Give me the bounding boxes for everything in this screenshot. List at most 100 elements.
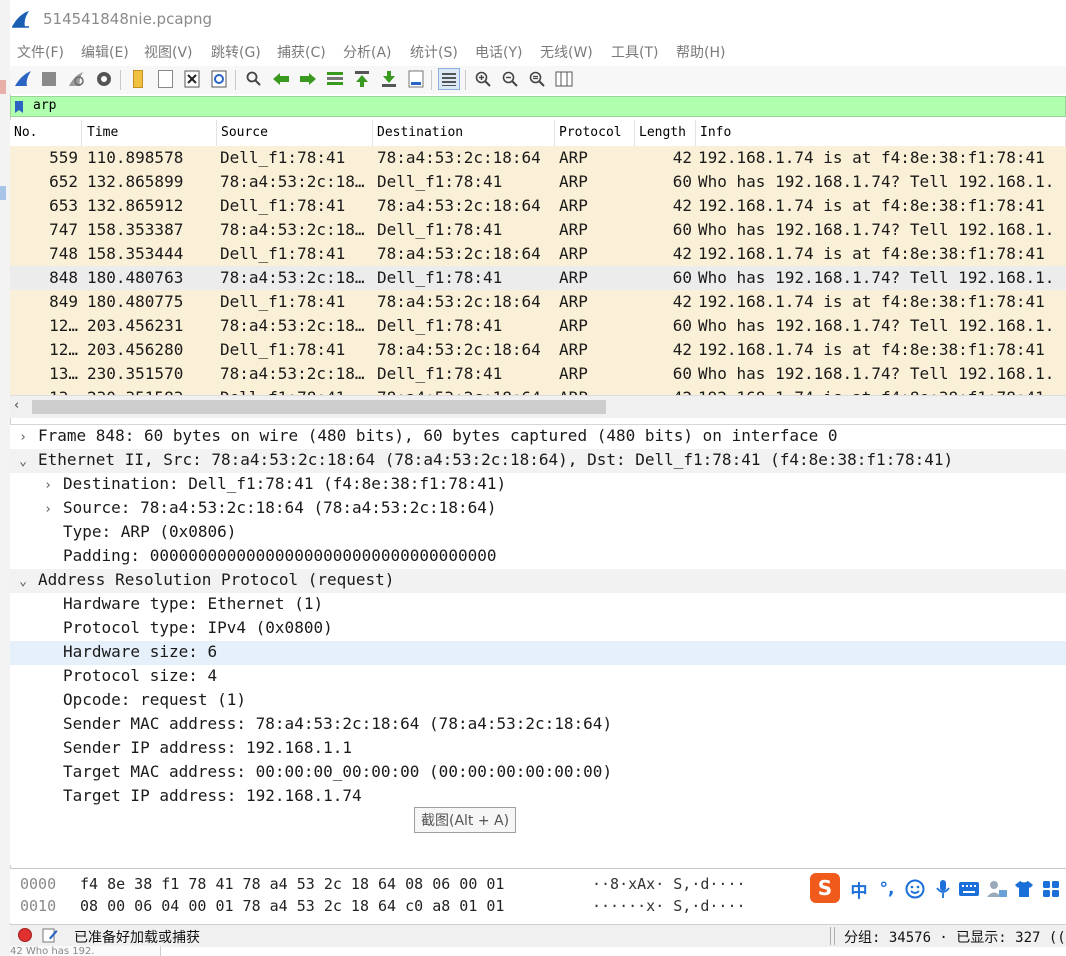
packet-list[interactable]: No. Time Source Destination Protocol Len… — [10, 120, 1066, 395]
cell-time: 158.353387 — [87, 220, 184, 239]
packet-row[interactable]: 12… 203.456280 Dell_f1:78:41 78:a4:53:2c:18… — [10, 338, 1066, 362]
detail-row[interactable]: › Source: 78:a4:53:2c:18:64 (78:a4:53:2c:… — [10, 497, 1066, 521]
cell-destination: Dell_f1:78:41 — [377, 268, 503, 287]
packet-row[interactable]: 13… 230.351583Dell_f1:78:41 78:a4:53:2c:18… — [10, 386, 1066, 395]
detail-row[interactable]: Opcode: request (1) — [10, 689, 1066, 713]
emoji-icon[interactable] — [904, 878, 926, 900]
zoom-in-icon[interactable] — [472, 68, 494, 90]
scroll-left-icon[interactable]: ‹ — [14, 398, 19, 413]
column-header-source[interactable]: Source — [217, 120, 373, 146]
expand-arrow-icon[interactable]: › — [16, 428, 30, 446]
packet-row[interactable]: 848 180.480763 78:a4:53:2c:18… Dell_f1:78:4… — [10, 266, 1066, 290]
column-header-time[interactable]: Time — [83, 120, 217, 146]
detail-row[interactable]: Protocol size: 4 — [10, 665, 1066, 689]
zoom-out-icon[interactable] — [499, 68, 521, 90]
menu-view[interactable]: 视图(V) — [144, 42, 193, 62]
detail-row[interactable]: Hardware size: 6 — [10, 641, 1066, 665]
column-header-protocol[interactable]: Protocol — [555, 120, 635, 146]
first-packet-icon[interactable] — [351, 68, 373, 90]
toolbar-separator — [235, 70, 236, 90]
menu-statistics[interactable]: 统计(S) — [410, 42, 458, 62]
ime-punctuation-toggle[interactable]: °, — [876, 878, 898, 900]
hex-ascii[interactable]: ··8·xAx· S,·d···· — [592, 875, 746, 893]
capture-status-icon[interactable] — [18, 928, 32, 942]
detail-row[interactable]: ⌄ Ethernet II, Src: 78:a4:53:2c:18:64 (78… — [10, 449, 1066, 473]
detail-row[interactable]: ⌄ Address Resolution Protocol (request) — [10, 569, 1066, 593]
zoom-normal-icon[interactable] — [526, 68, 548, 90]
menu-edit[interactable]: 编辑(E) — [81, 42, 129, 62]
shark-fin-start-icon[interactable] — [12, 68, 34, 90]
packet-list-scrollbar[interactable]: ‹ — [10, 395, 1066, 418]
menu-wireless[interactable]: 无线(W) — [540, 42, 593, 62]
mic-icon[interactable] — [932, 878, 954, 900]
user-settings-icon[interactable] — [986, 878, 1008, 900]
menu-capture[interactable]: 捕获(C) — [277, 42, 326, 62]
display-filter-input[interactable]: arp — [33, 98, 56, 113]
ime-language-toggle[interactable]: 中 — [848, 878, 870, 902]
display-filter-bar[interactable]: arp — [10, 96, 1066, 117]
keyboard-icon[interactable] — [958, 878, 980, 900]
auto-scroll-icon[interactable] — [405, 68, 427, 90]
back-arrow-icon[interactable] — [270, 68, 292, 90]
sogou-logo-icon[interactable]: S — [810, 873, 840, 903]
detail-row[interactable]: Padding: 0000000000000000000000000000000… — [10, 545, 1066, 569]
bookmark-icon[interactable] — [14, 99, 24, 113]
packet-row[interactable]: 747 158.353387 78:a4:53:2c:18… Dell_f1:78:4… — [10, 218, 1066, 242]
detail-row[interactable]: › Destination: Dell_f1:78:41 (f4:8e:38:f1… — [10, 473, 1066, 497]
packet-row[interactable]: 13… 230.351570 78:a4:53:2c:18… Dell_f1:78:4… — [10, 362, 1066, 386]
go-to-packet-icon[interactable] — [324, 68, 346, 90]
packet-row[interactable]: 653 132.865912 Dell_f1:78:41 78:a4:53:2c:18… — [10, 194, 1066, 218]
detail-row[interactable]: Type: ARP (0x0806) — [10, 521, 1066, 545]
detail-row[interactable]: Sender MAC address: 78:a4:53:2c:18:64 (7… — [10, 713, 1066, 737]
shirt-icon[interactable] — [1013, 878, 1035, 900]
menu-tools[interactable]: 工具(T) — [611, 42, 658, 62]
packet-details[interactable]: › Frame 848: 60 bytes on wire (480 bits),… — [10, 424, 1066, 865]
menu-telephony[interactable]: 电话(Y) — [475, 42, 522, 62]
restart-icon[interactable] — [65, 68, 87, 90]
hex-ascii[interactable]: ······x· S,·d···· — [592, 897, 746, 915]
collapse-arrow-icon[interactable]: ⌄ — [16, 452, 30, 470]
detail-row[interactable]: Protocol type: IPv4 (0x0800) — [10, 617, 1066, 641]
open-folder-icon[interactable] — [127, 68, 149, 90]
menu-help[interactable]: 帮助(H) — [676, 42, 725, 62]
close-file-icon[interactable] — [181, 68, 203, 90]
column-header-length[interactable]: Length — [635, 120, 696, 146]
reload-icon[interactable] — [208, 68, 230, 90]
detail-row[interactable]: Target IP address: 192.168.1.74 — [10, 785, 1066, 809]
packet-row[interactable]: 652 132.865899 78:a4:53:2c:18… Dell_f1:78:4… — [10, 170, 1066, 194]
detail-row[interactable]: Hardware type: Ethernet (1) — [10, 593, 1066, 617]
cell-source: 78:a4:53:2c:18… — [220, 268, 365, 287]
scrollbar-thumb[interactable] — [32, 400, 606, 414]
options-gear-icon[interactable] — [93, 68, 115, 90]
last-packet-icon[interactable] — [378, 68, 400, 90]
menu-analyze[interactable]: 分析(A) — [343, 42, 392, 62]
edit-comment-icon[interactable] — [42, 927, 58, 943]
forward-arrow-icon[interactable] — [297, 68, 319, 90]
packet-row[interactable]: 849 180.480775 Dell_f1:78:41 78:a4:53:2c:18… — [10, 290, 1066, 314]
expand-arrow-icon[interactable]: › — [41, 476, 55, 494]
hex-bytes[interactable]: 08 00 06 04 00 01 78 a4 53 2c 18 64 c0 a… — [80, 897, 504, 915]
cell-length: 42 — [672, 292, 692, 311]
stop-icon[interactable] — [38, 68, 60, 90]
expand-arrow-icon[interactable]: › — [41, 500, 55, 518]
detail-row[interactable]: Target MAC address: 00:00:00_00:00:00 (0… — [10, 761, 1066, 785]
file-icon[interactable] — [154, 68, 176, 90]
colorize-icon[interactable] — [438, 68, 460, 90]
menu-go[interactable]: 跳转(G) — [211, 42, 261, 62]
resize-columns-icon[interactable] — [553, 68, 575, 90]
packet-row[interactable]: 12… 203.456231 78:a4:53:2c:18… Dell_f1:78:4… — [10, 314, 1066, 338]
hex-bytes[interactable]: f4 8e 38 f1 78 41 78 a4 53 2c 18 64 08 0… — [80, 875, 504, 893]
packet-row[interactable]: 559 110.898578 Dell_f1:78:41 78:a4:53:2c:18… — [10, 146, 1066, 170]
grid-icon[interactable] — [1040, 878, 1062, 900]
detail-row[interactable]: › Frame 848: 60 bytes on wire (480 bits),… — [10, 425, 1066, 449]
cell-no: 652 — [49, 172, 78, 191]
detail-row[interactable]: Sender IP address: 192.168.1.1 — [10, 737, 1066, 761]
column-header-destination[interactable]: Destination — [373, 120, 555, 146]
find-icon[interactable] — [243, 68, 265, 90]
collapse-arrow-icon[interactable]: ⌄ — [16, 572, 30, 590]
menu-file[interactable]: 文件(F) — [17, 42, 64, 62]
column-header-no[interactable]: No. — [10, 120, 82, 146]
column-header-info[interactable]: Info — [696, 120, 1066, 146]
cell-no: 13… — [49, 364, 78, 383]
packet-row[interactable]: 748 158.353444 Dell_f1:78:41 78:a4:53:2c:18… — [10, 242, 1066, 266]
